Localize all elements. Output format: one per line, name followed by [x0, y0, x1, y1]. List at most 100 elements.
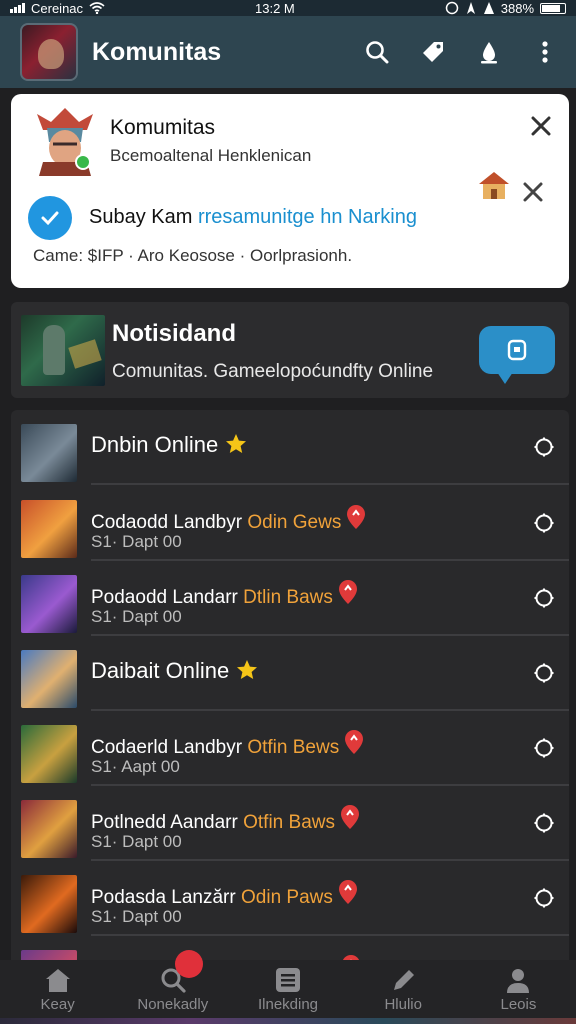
game-thumbnail	[21, 650, 77, 708]
wifi-icon	[89, 2, 105, 14]
game-list-item[interactable]: Dnbin Online	[11, 410, 569, 485]
game-title-text: Potlnedd Aandarr	[91, 812, 238, 833]
drop-icon[interactable]	[476, 39, 502, 65]
game-thumbnail	[21, 725, 77, 783]
more-vert-icon[interactable]	[532, 39, 558, 65]
game-list-item[interactable]: Podaodd Landarr Dtlin Baws S1· Dapt 00	[11, 561, 569, 636]
star-icon	[237, 660, 258, 679]
map-pin-icon	[341, 805, 359, 829]
game-list: Dnbin Online Codaodd Landbyr Odin Gews S1·…	[11, 410, 569, 970]
game-tag: Dtlin Baws	[243, 587, 333, 608]
chat-button[interactable]	[479, 326, 555, 384]
game-title: Codaodd Landbyr Odin Gews	[91, 504, 367, 534]
game-tag: Odin Paws	[241, 887, 333, 908]
game-title-text: Dnbin Online	[91, 432, 219, 457]
nav-label: Ilnekding	[257, 996, 319, 1013]
game-tag: Otfin Baws	[243, 812, 335, 833]
close-icon[interactable]	[529, 114, 553, 138]
notification-title: Komumitas	[110, 116, 216, 139]
game-thumbnail	[21, 500, 77, 558]
game-thumbnail	[21, 575, 77, 633]
game-title: Dnbin Online	[91, 432, 248, 458]
game-list-item[interactable]: Potlnedd Aandarr Otfin Baws S1· Dapt 00	[11, 786, 569, 861]
check-icon[interactable]	[28, 196, 72, 240]
game-title: Codaerld Landbyr Otfin Bews	[91, 729, 365, 759]
notification-subtitle: Bcemoaltenal Henklenican	[110, 146, 312, 165]
game-title: Podaodd Landarr Dtlin Baws	[91, 579, 359, 609]
game-tag: Odin Gews	[247, 512, 342, 533]
game-subtitle: S1· Aapt 00	[91, 757, 180, 776]
options-icon[interactable]	[533, 436, 555, 458]
nav-edit[interactable]: Hlulio	[346, 960, 461, 1024]
notification-badge	[175, 950, 204, 978]
game-title: Daibait Online	[91, 658, 259, 684]
game-title-text: Daibait Online	[91, 658, 230, 683]
game-thumbnail	[21, 424, 77, 482]
map-pin-icon	[338, 580, 357, 604]
nav-label: Hlulio	[384, 996, 422, 1013]
game-subtitle: S1· Dapt 00	[91, 607, 182, 626]
map-pin-icon	[345, 730, 364, 754]
game-list-item[interactable]: Daibait Online	[11, 636, 569, 711]
search-icon[interactable]	[364, 39, 390, 65]
notification-card[interactable]: Komumitas Bcemoaltenal Henklenican Subay…	[11, 94, 569, 288]
nav-list[interactable]: Ilnekding	[230, 960, 345, 1024]
subscribe-link[interactable]: rresamunitge hn Narking	[198, 206, 417, 228]
carrier-name: Cereinac	[31, 0, 84, 16]
game-title-text: Podasda Lanzărr	[91, 887, 236, 908]
options-icon[interactable]	[533, 512, 555, 534]
game-title-text: Codaerld Landbyr	[91, 737, 243, 758]
battery-icon	[540, 2, 566, 14]
nav-label: Keay	[40, 996, 75, 1013]
subscribe-label: Subay Kam	[89, 206, 193, 228]
app-bar: Komunitas	[0, 16, 576, 88]
notification-meta: Came: $IFP · Aro Keosose · Oorlprasionh.	[33, 246, 353, 265]
tag-icon[interactable]	[420, 39, 446, 65]
clock: 13:2 M	[255, 0, 295, 16]
pencil-icon	[394, 970, 415, 990]
featured-subtitle: Comunitas. Gameelopoćundfty Online	[112, 361, 434, 382]
bottom-navigation: Keay Nonekadly Ilnekding Hlulio Leois	[0, 950, 576, 1024]
game-thumbnail	[21, 875, 77, 933]
dismiss-icon[interactable]	[521, 180, 545, 204]
game-subtitle: S1· Dapt 00	[91, 532, 182, 551]
options-icon[interactable]	[533, 887, 555, 909]
game-list-item[interactable]: Podasda Lanzărr Odin Paws S1· Dapt 00	[11, 861, 569, 936]
map-pin-icon	[338, 880, 357, 904]
row-divider	[91, 483, 569, 485]
game-subtitle: S1· Dapt 00	[91, 907, 182, 926]
game-title-text: Podaodd Landarr	[91, 587, 238, 608]
game-thumbnail	[21, 800, 77, 858]
options-icon[interactable]	[533, 587, 555, 609]
nav-home[interactable]: Keay	[0, 960, 115, 1024]
featured-banner[interactable]: Notisidand Comunitas. Gameelopoćundfty O…	[11, 302, 569, 398]
options-icon[interactable]	[533, 662, 555, 684]
game-tag: Otfin Bews	[247, 737, 340, 758]
page-title: Komunitas	[92, 37, 222, 66]
profile-icon	[507, 969, 530, 993]
featured-thumbnail	[21, 315, 105, 386]
home-icon	[45, 969, 70, 992]
game-subtitle: S1· Dapt 00	[91, 832, 182, 851]
status-bar: Cereinac 13:2 M 388%	[0, 0, 576, 16]
map-pin-icon	[347, 505, 366, 529]
game-title: Potlnedd Aandarr Otfin Baws	[91, 804, 361, 834]
house-icon[interactable]	[477, 170, 511, 200]
nav-search[interactable]: Nonekadly	[115, 950, 230, 1024]
nav-label: Nonekadly	[137, 996, 209, 1013]
signal-strength-icon	[483, 2, 494, 14]
game-list-item[interactable]: Codaerld Landbyr Otfin Bews S1· Aapt 00	[11, 711, 569, 786]
star-icon	[226, 434, 247, 453]
battery-percent: 388%	[500, 0, 534, 16]
alarm-icon	[445, 1, 458, 15]
options-icon[interactable]	[533, 812, 555, 834]
featured-title: Notisidand	[112, 320, 236, 347]
location-icon	[466, 2, 475, 14]
bottom-strip	[0, 1018, 576, 1024]
options-icon[interactable]	[533, 737, 555, 759]
game-title: Podasda Lanzărr Odin Paws	[91, 879, 359, 909]
nav-label: Leois	[500, 996, 537, 1013]
game-list-item[interactable]: Codaodd Landbyr Odin Gews S1· Dapt 00	[11, 486, 569, 561]
nav-profile[interactable]: Leois	[461, 960, 576, 1024]
community-avatar[interactable]	[20, 23, 78, 81]
